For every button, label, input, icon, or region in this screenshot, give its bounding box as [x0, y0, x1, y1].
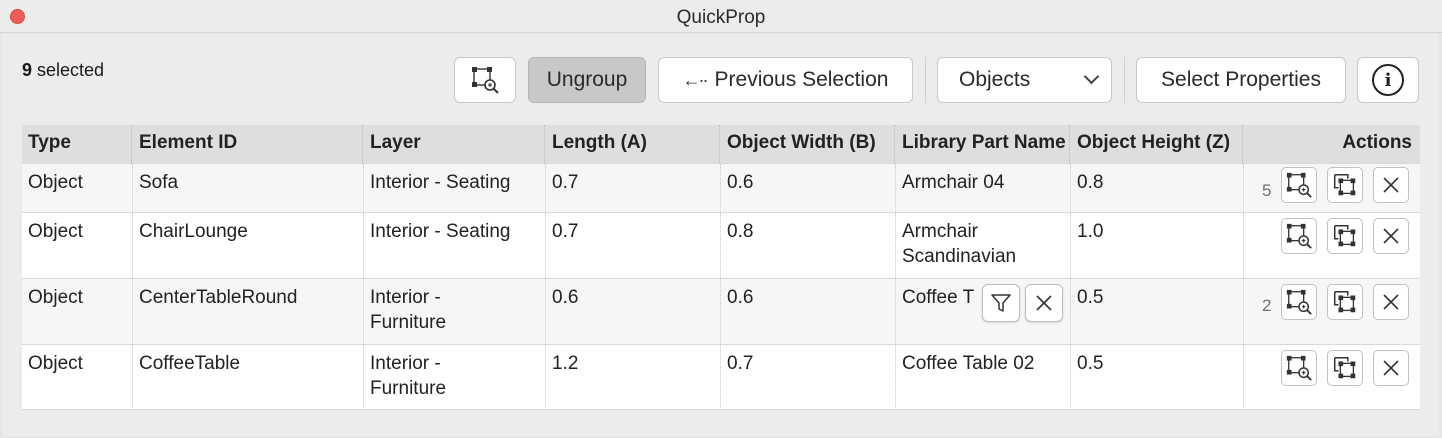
select-element-icon — [1331, 288, 1359, 316]
toolbar-divider — [1124, 57, 1125, 103]
arrow-left-icon: ←·· — [682, 69, 709, 90]
cell-layer: Interior - Furniture — [364, 345, 546, 410]
cell-object-width: 0.7 — [721, 345, 896, 410]
remove-row-button[interactable] — [1373, 218, 1409, 254]
remove-icon — [1380, 174, 1402, 196]
column-header-length[interactable]: Length (A) — [546, 125, 720, 163]
selection-count-number: 9 — [22, 60, 33, 80]
element-count: 2 — [1262, 296, 1272, 315]
info-button[interactable]: i — [1357, 57, 1419, 103]
remove-icon — [1380, 291, 1402, 313]
cell-type: Object — [22, 345, 133, 410]
zoom-to-element-icon — [1285, 222, 1313, 250]
toolbar-divider — [925, 57, 926, 103]
clear-value-button[interactable] — [1025, 284, 1063, 322]
filter-by-value-button[interactable] — [982, 284, 1020, 322]
remove-icon — [1380, 357, 1402, 379]
objects-dropdown[interactable]: Objects — [937, 57, 1112, 103]
cell-object-width: 0.6 — [721, 164, 896, 212]
select-element-button[interactable] — [1327, 218, 1363, 254]
select-properties-button[interactable]: Select Properties — [1136, 57, 1346, 103]
column-header-actions: Actions — [1342, 132, 1412, 153]
cell-library-part-name: Armchair 04 — [896, 164, 1071, 212]
selection-count-suffix: selected — [32, 60, 105, 80]
column-header-type[interactable]: Type — [22, 125, 132, 163]
cell-type: Object — [22, 164, 133, 212]
cell-object-width: 0.8 — [721, 213, 896, 278]
table-row[interactable]: Object ChairLounge Interior - Seating 0.… — [22, 212, 1420, 278]
cell-layer: Interior - Seating — [364, 164, 546, 212]
cell-library-part-name: Coffee Table 02 — [896, 345, 1071, 410]
remove-row-button[interactable] — [1373, 284, 1409, 320]
cell-object-width: 0.6 — [721, 279, 896, 344]
column-header-element-id[interactable]: Element ID — [133, 125, 363, 163]
remove-row-button[interactable] — [1373, 350, 1409, 386]
zoom-to-element-button[interactable] — [1281, 218, 1317, 254]
cell-layer: Interior - Furniture — [364, 279, 546, 344]
cell-object-height: 0.5 — [1071, 345, 1244, 410]
table-row[interactable]: Object CoffeeTable Interior - Furniture … — [22, 344, 1420, 410]
column-header-layer[interactable]: Layer — [364, 125, 545, 163]
select-element-button[interactable] — [1327, 167, 1363, 203]
objects-dropdown-value: Objects — [959, 68, 1031, 91]
zoom-to-element-button[interactable] — [1281, 350, 1317, 386]
properties-table: Type Element ID Layer Length (A) Object … — [22, 125, 1420, 410]
zoom-to-selection-icon — [472, 67, 499, 94]
zoom-to-selection-button[interactable] — [454, 57, 516, 103]
cell-length: 1.2 — [546, 345, 721, 410]
table-header: Type Element ID Layer Length (A) Object … — [22, 125, 1420, 163]
select-element-icon — [1331, 171, 1359, 199]
cell-length: 0.7 — [546, 164, 721, 212]
zoom-to-element-button[interactable] — [1281, 167, 1317, 203]
select-element-icon — [1331, 222, 1359, 250]
cell-object-height: 1.0 — [1071, 213, 1244, 278]
cell-library-part-name: Armchair Scandinavian — [896, 213, 1071, 278]
cell-object-height: 0.8 — [1071, 164, 1244, 212]
previous-selection-button[interactable]: ←·· Previous Selection — [658, 57, 913, 103]
cell-element-id: ChairLounge — [133, 213, 364, 278]
cell-type: Object — [22, 213, 133, 278]
title-bar: QuickProp — [0, 0, 1442, 33]
previous-selection-label: Previous Selection — [714, 68, 889, 91]
clear-icon — [1036, 295, 1052, 311]
zoom-to-element-icon — [1285, 171, 1313, 199]
column-header-library-part-name[interactable]: Library Part Name — [896, 125, 1070, 163]
element-count: 5 — [1262, 181, 1272, 200]
cell-element-id: CoffeeTable — [133, 345, 364, 410]
column-header-object-width[interactable]: Object Width (B) — [721, 125, 895, 163]
remove-icon — [1380, 225, 1402, 247]
selection-count: 9 selected — [22, 60, 104, 81]
info-icon: i — [1372, 64, 1404, 96]
cell-element-id: CenterTableRound — [133, 279, 364, 344]
filter-icon — [991, 294, 1011, 312]
zoom-to-element-button[interactable] — [1281, 284, 1317, 320]
chevron-down-icon — [1083, 68, 1100, 85]
table-row[interactable]: Object Sofa Interior - Seating 0.7 0.6 A… — [22, 163, 1420, 212]
table-row[interactable]: Object CenterTableRound Interior - Furni… — [22, 278, 1420, 344]
cell-element-id: Sofa — [133, 164, 364, 212]
select-element-button[interactable] — [1327, 350, 1363, 386]
zoom-to-element-icon — [1285, 354, 1313, 382]
select-element-button[interactable] — [1327, 284, 1363, 320]
remove-row-button[interactable] — [1373, 167, 1409, 203]
cell-length: 0.6 — [546, 279, 721, 344]
select-element-icon — [1331, 354, 1359, 382]
cell-type: Object — [22, 279, 133, 344]
ungroup-button[interactable]: Ungroup — [528, 57, 646, 103]
cell-object-height: 0.5 — [1071, 279, 1244, 344]
cell-layer: Interior - Seating — [364, 213, 546, 278]
zoom-to-element-icon — [1285, 288, 1313, 316]
window-title: QuickProp — [676, 7, 766, 28]
column-header-object-height[interactable]: Object Height (Z) — [1071, 125, 1243, 163]
cell-length: 0.7 — [546, 213, 721, 278]
